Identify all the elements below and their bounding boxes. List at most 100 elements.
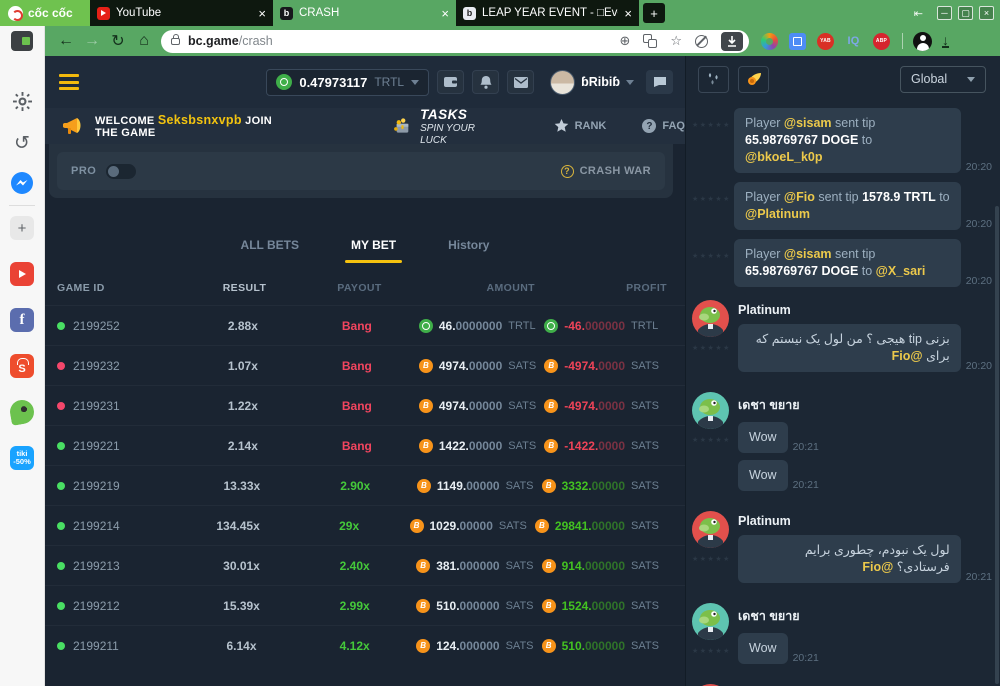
bookmark-star-icon[interactable]: ☆	[670, 33, 682, 49]
browser-tab[interactable]: bCRASH×	[273, 0, 456, 26]
extension-yab-icon[interactable]: YAB	[817, 33, 834, 50]
message-bubble[interactable]: لول یک نبودم، چطوری برایم فرستادی؟ @Fio	[738, 535, 961, 583]
minimize-button[interactable]: ─	[937, 6, 952, 20]
avatar[interactable]	[692, 300, 729, 337]
bets-tab[interactable]: ALL BETS	[241, 238, 299, 263]
rain-button[interactable]	[698, 66, 729, 93]
maximize-button[interactable]: ▢	[958, 6, 973, 20]
bet-row[interactable]: 21992311.22xBangB4974.00000SATSB-4974.00…	[45, 385, 685, 425]
profile-button[interactable]	[913, 32, 932, 51]
shopee-shortcut[interactable]: S	[10, 354, 34, 378]
message-username[interactable]: Platinum	[738, 303, 992, 317]
settings-button[interactable]	[10, 89, 34, 113]
home-button[interactable]: ⌂	[131, 32, 157, 50]
zoom-page-icon[interactable]: ⊕	[619, 33, 630, 49]
tab-close-icon[interactable]: ×	[624, 7, 632, 20]
bets-tab[interactable]: History	[448, 238, 489, 263]
extension-translate-icon[interactable]	[789, 33, 806, 50]
message-time: 20:20	[966, 360, 992, 372]
chat-message-tip: ★★★★★Player @sisam sent tip 65.98769767 …	[692, 108, 992, 173]
bet-row[interactable]: 219921913.33x2.90xB1149.00000SATSB3332.0…	[45, 465, 685, 505]
message-bubble[interactable]: Player @sisam sent tip 65.98769767 DOGE …	[734, 108, 961, 173]
mention[interactable]: @Fio	[892, 349, 923, 363]
chat-toggle-button[interactable]	[646, 70, 673, 94]
lock-icon[interactable]	[171, 38, 180, 45]
bet-row[interactable]: 219921330.01x2.40xB381.000000SATSB914.00…	[45, 545, 685, 585]
close-button[interactable]: ×	[979, 6, 994, 20]
wallet-button[interactable]	[437, 70, 464, 94]
mention[interactable]: @sisam	[784, 247, 832, 261]
address-bar[interactable]: bc.game/crash ⊕ ☆	[161, 30, 749, 53]
bet-row[interactable]: 21992522.88xBang46.0000000TRTL-46.000000…	[45, 305, 685, 345]
rank-link[interactable]: RANK	[554, 119, 607, 133]
profit-cell: -46.000000TRTL	[544, 319, 667, 333]
new-tab-button[interactable]: +	[643, 3, 665, 23]
bet-row[interactable]: 21992321.07xBangB4974.00000SATSB-4974.00…	[45, 345, 685, 385]
page-url[interactable]: bc.game/crash	[188, 34, 273, 48]
mention[interactable]: @Fio	[784, 190, 815, 204]
tasks-promo[interactable]: TASKSSPIN YOUR LUCK	[393, 107, 481, 146]
bet-row[interactable]: 21992116.14x4.12xB124.000000SATSB510.000…	[45, 625, 685, 665]
chat-scrollbar[interactable]	[995, 206, 999, 684]
mention[interactable]: @bkoeL_k0p	[745, 150, 823, 164]
facebook-shortcut[interactable]: f	[10, 308, 34, 332]
translate-icon[interactable]	[643, 34, 657, 48]
back-button[interactable]: ←	[53, 32, 79, 50]
youtube-shortcut[interactable]	[10, 262, 34, 286]
message-bubble[interactable]: Wow	[738, 460, 788, 491]
browser-logo[interactable]: cốc cốc	[0, 0, 90, 26]
extension-iq-icon[interactable]: IQ	[845, 33, 862, 50]
menu-button[interactable]	[59, 74, 79, 90]
message-username[interactable]: เดชา ขยาย	[738, 395, 992, 415]
adblock-shield-icon[interactable]	[695, 35, 708, 48]
avatar[interactable]	[692, 603, 729, 640]
add-shortcut-button[interactable]: +	[10, 216, 34, 240]
crash-war-link[interactable]: ?CRASH WAR	[561, 165, 651, 178]
messages-button[interactable]	[507, 70, 534, 94]
extension-wheel-icon[interactable]	[761, 33, 778, 50]
avatar[interactable]	[692, 392, 729, 429]
profit-cell: B-4974.0000SATS	[544, 359, 667, 373]
messenger-button[interactable]	[10, 171, 34, 195]
browser-tab[interactable]: bLEAP YEAR EVENT - □Event -×	[456, 0, 639, 26]
fireball-button[interactable]	[738, 66, 769, 93]
pro-toggle[interactable]	[106, 164, 136, 179]
message-bubble[interactable]: بزنی tip هیجی ؟ من لول یک نیستم که برای …	[738, 324, 961, 372]
mention[interactable]: @sisam	[784, 116, 832, 130]
bet-row[interactable]: 219921215.39x2.99xB510.000000SATSB1524.0…	[45, 585, 685, 625]
message-bubble[interactable]: Wow	[738, 633, 788, 664]
welcome-username: Seksbsnxvpb	[158, 113, 242, 127]
faq-link[interactable]: ? FAQ	[642, 119, 685, 133]
browser-tab[interactable]: YouTube×	[90, 0, 273, 26]
tab-close-icon[interactable]: ×	[258, 7, 266, 20]
coccoc-offers-shortcut[interactable]	[8, 398, 36, 426]
user-menu[interactable]: ɓRibiɓ	[550, 70, 634, 95]
forward-button[interactable]: →	[79, 32, 105, 50]
message-time: 20:21	[793, 479, 819, 491]
tiki-shortcut[interactable]: tiki-50%	[10, 446, 34, 470]
bet-row[interactable]: 21992212.14xBangB1422.00000SATSB-1422.00…	[45, 425, 685, 465]
bet-row[interactable]: 2199214134.45x29xB1029.00000SATSB29841.0…	[45, 505, 685, 545]
history-button[interactable]: ↺	[10, 131, 34, 155]
mention[interactable]: @Fio	[862, 560, 893, 574]
message-bubble[interactable]: Player @sisam sent tip 65.98769767 DOGE …	[734, 239, 961, 287]
message-bubble[interactable]: Player @Fio sent tip 1578.9 TRTL to @Pla…	[734, 182, 961, 230]
pin-tabs-icon[interactable]: ⇤	[914, 7, 923, 20]
download-bar-button[interactable]	[721, 32, 743, 51]
mention[interactable]: @X_sari	[876, 264, 926, 278]
message-bubble[interactable]: Wow	[738, 422, 788, 453]
bets-tab[interactable]: MY BET	[351, 238, 396, 263]
extension-abp-icon[interactable]: ABP	[873, 33, 890, 50]
downloads-button[interactable]: ↓	[942, 35, 949, 48]
notifications-button[interactable]	[472, 70, 499, 94]
yt-favicon-icon	[97, 7, 110, 20]
mention[interactable]: @Platinum	[745, 207, 810, 221]
avatar[interactable]	[692, 511, 729, 548]
sidebar-toggle-button[interactable]	[11, 31, 33, 51]
channel-selector[interactable]: Global	[900, 66, 986, 93]
message-username[interactable]: Platinum	[738, 514, 992, 528]
tab-close-icon[interactable]: ×	[441, 7, 449, 20]
message-username[interactable]: เดชา ขยาย	[738, 606, 992, 626]
balance-selector[interactable]: 0.47973117 TRTL	[266, 69, 429, 96]
reload-button[interactable]: ↻	[105, 31, 131, 51]
